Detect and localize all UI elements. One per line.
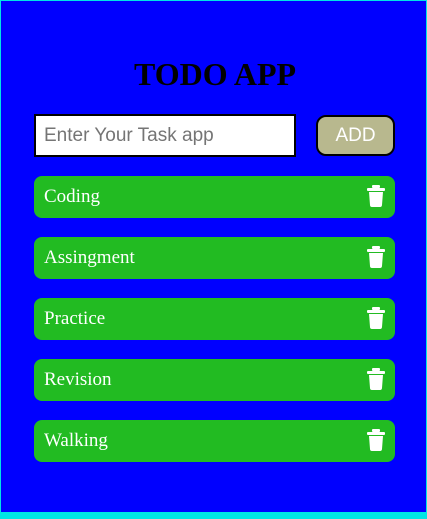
task-input[interactable]	[34, 114, 296, 157]
add-task-button[interactable]: ADD	[316, 115, 395, 156]
todo-app-container: TODO APP ADD Coding Assingment	[1, 1, 426, 512]
task-label: Coding	[44, 186, 100, 207]
task-item-revision: Revision	[34, 359, 395, 401]
app-title: TODO APP	[133, 56, 297, 92]
task-label: Assingment	[44, 247, 135, 268]
task-label: Revision	[44, 369, 112, 390]
task-item-walking: Walking	[34, 420, 395, 462]
task-item-assingment: Assingment	[34, 237, 395, 279]
task-label: Practice	[44, 308, 106, 329]
trash-icon[interactable]	[366, 368, 386, 390]
trash-icon[interactable]	[366, 246, 386, 268]
task-item-practice: Practice	[34, 298, 395, 340]
task-label: Walking	[44, 430, 108, 451]
trash-icon[interactable]	[366, 429, 386, 451]
task-list: Coding Assingment Practice Revision Walk…	[34, 176, 395, 481]
trash-icon[interactable]	[366, 185, 386, 207]
trash-icon[interactable]	[366, 307, 386, 329]
task-item-coding: Coding	[34, 176, 395, 218]
